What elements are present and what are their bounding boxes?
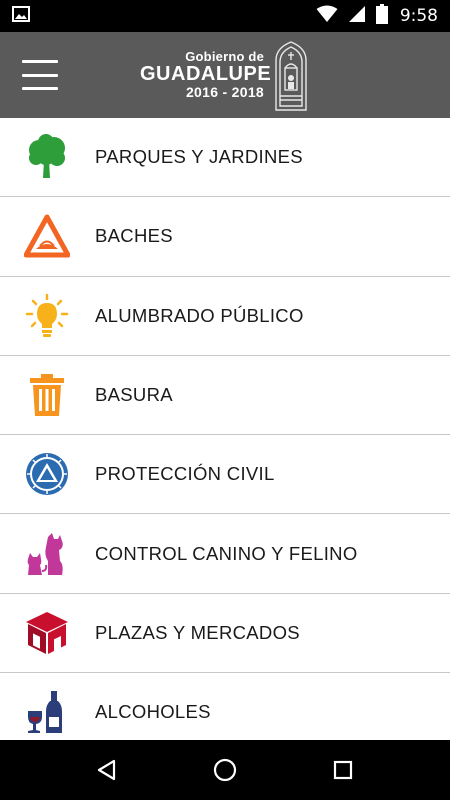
menu-item-baches[interactable]: BACHES: [0, 197, 450, 277]
menu-item-label: ALCOHOLES: [95, 701, 211, 723]
market-building-icon: [26, 611, 68, 654]
dog-cat-icon: [27, 532, 63, 575]
wifi-icon: [316, 5, 338, 28]
menu-item-label: PLAZAS Y MERCADOS: [95, 621, 300, 643]
brand-line1: Gobierno de: [185, 49, 264, 65]
pothole-warning-icon: [24, 214, 70, 258]
app-bar: Gobierno de GUADALUPE 2016 - 2018: [0, 32, 450, 118]
menu-item-plazas-mercados[interactable]: PLAZAS Y MERCADOS: [0, 594, 450, 674]
menu-item-control-canino[interactable]: CONTROL CANINO Y FELINO: [0, 514, 450, 594]
menu-item-label: CONTROL CANINO Y FELINO: [95, 542, 358, 564]
battery-icon: [375, 3, 388, 29]
menu-item-label: BACHES: [95, 225, 173, 247]
navigation-bar: [0, 740, 450, 800]
menu-item-label: BASURA: [95, 384, 173, 406]
church-seal-icon: [275, 41, 307, 111]
menu-item-proteccion-civil[interactable]: PROTECCIÓN CIVIL: [0, 435, 450, 515]
brand-logo: Gobierno de GUADALUPE 2016 - 2018: [140, 36, 320, 114]
brand-text: Gobierno de GUADALUPE 2016 - 2018: [140, 49, 272, 100]
menu-item-parques[interactable]: PARQUES Y JARDINES: [0, 118, 450, 198]
signal-icon: [348, 5, 366, 28]
menu-item-label: PARQUES Y JARDINES: [95, 146, 303, 168]
brand-line2: GUADALUPE: [140, 62, 272, 85]
recents-icon[interactable]: [323, 750, 363, 790]
hamburger-menu-icon[interactable]: [20, 56, 60, 94]
status-bar: 9:58: [0, 0, 450, 32]
back-icon[interactable]: [87, 750, 127, 790]
menu-item-basura[interactable]: BASURA: [0, 356, 450, 436]
civil-protection-icon: [26, 453, 68, 496]
menu-item-label: ALUMBRADO PÚBLICO: [95, 304, 304, 326]
menu-item-alumbrado[interactable]: ALUMBRADO PÚBLICO: [0, 277, 450, 356]
status-time: 9:58: [399, 6, 438, 26]
home-icon[interactable]: [205, 750, 245, 790]
brand-line3: 2016 - 2018: [185, 83, 264, 100]
menu-list: PARQUES Y JARDINES BACHES ALUMBRADO PÚBL…: [0, 118, 450, 740]
lightbulb-icon: [25, 293, 69, 337]
menu-item-label: PROTECCIÓN CIVIL: [95, 463, 275, 485]
tree-icon: [29, 134, 65, 179]
trash-can-icon: [30, 374, 64, 417]
wine-bottle-icon: [28, 691, 62, 734]
image-icon: [12, 5, 30, 27]
menu-item-alcoholes[interactable]: ALCOHOLES: [0, 673, 450, 740]
